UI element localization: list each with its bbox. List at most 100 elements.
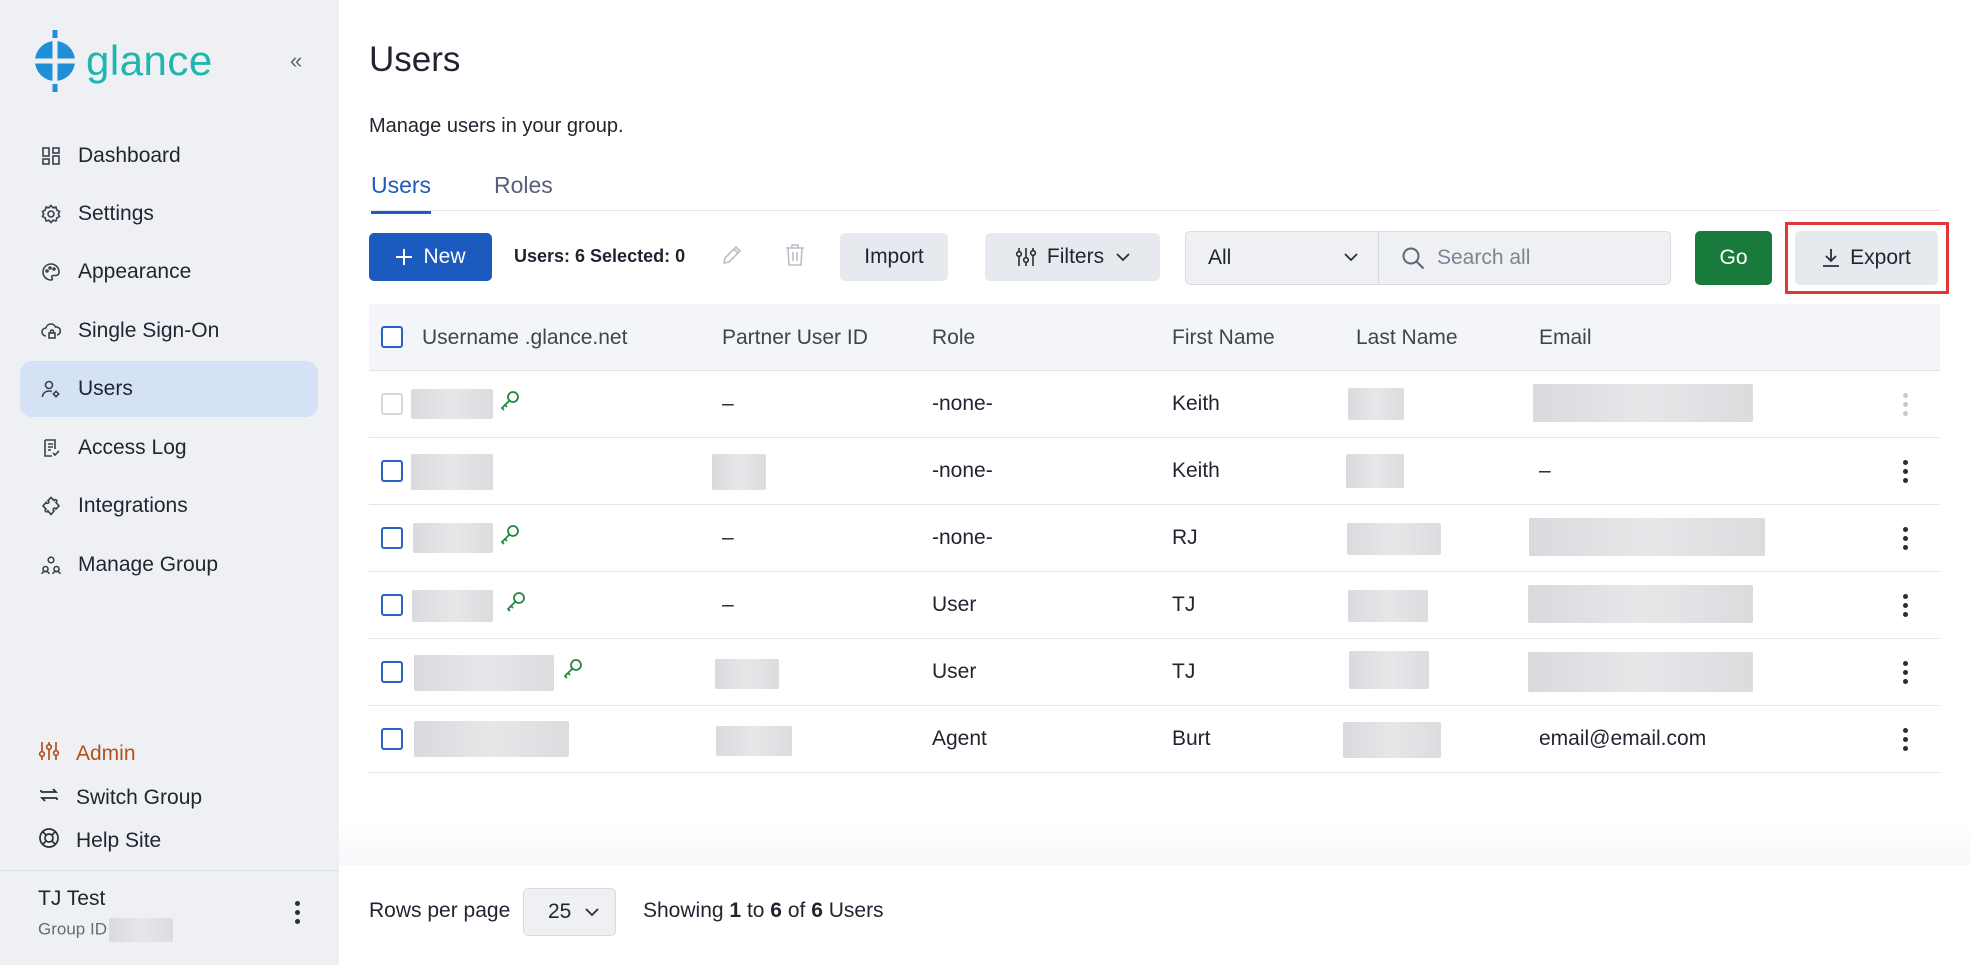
- sidebar-item-label: Appearance: [78, 260, 192, 283]
- redacted-username: [411, 389, 493, 419]
- sidebar-item-label: Integrations: [78, 494, 188, 517]
- row-checkbox[interactable]: [381, 594, 403, 616]
- gear-icon: [40, 203, 62, 225]
- row-actions-button[interactable]: [1898, 391, 1912, 417]
- tab-bar: Users Roles: [369, 166, 1940, 214]
- column-header-last-name[interactable]: Last Name: [1356, 326, 1458, 350]
- sidebar-admin[interactable]: Admin: [38, 740, 136, 767]
- rows-per-page-select[interactable]: 25: [523, 888, 616, 936]
- pagination-of-word: of: [787, 899, 806, 922]
- delete-button[interactable]: [781, 243, 809, 271]
- first-name-cell: Burt: [1172, 727, 1211, 750]
- sidebar-switch-group[interactable]: Switch Group: [38, 784, 202, 811]
- search-scope-select[interactable]: All: [1185, 231, 1379, 285]
- user-profile: TJ Test Group ID: [0, 870, 339, 966]
- row-checkbox[interactable]: [381, 728, 403, 750]
- redacted-partner-user-id: [715, 659, 779, 689]
- switch-group-label: Switch Group: [76, 785, 203, 809]
- switch-arrows-icon: [38, 784, 60, 811]
- user-menu-button[interactable]: [290, 899, 304, 925]
- export-button[interactable]: Export: [1795, 231, 1938, 285]
- tab-roles[interactable]: Roles: [494, 172, 553, 199]
- role-cell: User: [932, 593, 977, 616]
- double-chevron-left-icon: «: [290, 48, 303, 73]
- user-gear-icon: [40, 378, 62, 400]
- column-header-username[interactable]: Username .glance.net: [422, 326, 627, 350]
- row-actions-button[interactable]: [1898, 659, 1912, 685]
- row-checkbox[interactable]: [381, 661, 403, 683]
- tab-users[interactable]: Users: [371, 172, 432, 214]
- edit-button[interactable]: [718, 243, 746, 271]
- new-user-button[interactable]: New: [369, 233, 492, 281]
- redacted-email: [1533, 384, 1753, 422]
- filter-sliders-icon: [1015, 246, 1037, 268]
- row-checkbox[interactable]: [381, 393, 403, 415]
- table-row[interactable]: – User TJ: [369, 572, 1940, 639]
- row-checkbox[interactable]: [381, 527, 403, 549]
- role-cell: -none-: [932, 392, 993, 415]
- sidebar-item-integrations[interactable]: Integrations: [20, 478, 318, 534]
- filters-button[interactable]: Filters: [985, 233, 1160, 281]
- sidebar-help-site[interactable]: Help Site: [38, 827, 161, 854]
- row-actions-button[interactable]: [1898, 525, 1912, 551]
- pagination-to: 6: [770, 899, 782, 922]
- table-row[interactable]: -none- Keith –: [369, 438, 1940, 505]
- group-icon: [40, 554, 62, 576]
- table-row[interactable]: – -none- RJ: [369, 505, 1940, 572]
- select-all-checkbox[interactable]: [381, 326, 403, 348]
- redacted-group-id: [108, 918, 173, 942]
- row-actions-button[interactable]: [1898, 592, 1912, 618]
- table-row[interactable]: – -none- Keith: [369, 371, 1940, 438]
- plus-icon: [395, 248, 413, 266]
- go-button[interactable]: Go: [1695, 231, 1772, 285]
- sidebar-item-single-sign-on[interactable]: Single Sign-On: [20, 303, 318, 359]
- search-input[interactable]: [1435, 245, 1659, 271]
- redacted-partner-user-id: [716, 726, 792, 756]
- sidebar-item-dashboard[interactable]: Dashboard: [20, 128, 318, 184]
- redacted-last-name: [1349, 651, 1429, 689]
- chevron-down-icon: [1344, 249, 1358, 267]
- table-row[interactable]: Agent Burt email@email.com: [369, 706, 1940, 773]
- row-checkbox[interactable]: [381, 460, 403, 482]
- sidebar-item-settings[interactable]: Settings: [20, 186, 318, 242]
- column-header-email[interactable]: Email: [1539, 326, 1592, 350]
- table-row[interactable]: User TJ: [369, 639, 1940, 706]
- admin-label: Admin: [76, 741, 136, 765]
- redacted-last-name: [1348, 590, 1428, 622]
- sliders-icon: [38, 740, 60, 767]
- search-box: [1378, 231, 1671, 285]
- page-subtitle: Manage users in your group.: [369, 115, 624, 137]
- collapse-sidebar-button[interactable]: «: [290, 48, 302, 74]
- glance-logo-text: glance: [86, 37, 213, 84]
- pencil-icon: [721, 244, 743, 271]
- filters-button-label: Filters: [1046, 245, 1105, 268]
- rows-per-page-value: 25: [548, 900, 572, 923]
- sidebar-item-label: Single Sign-On: [78, 319, 220, 342]
- first-name-cell: Keith: [1172, 459, 1220, 482]
- log-icon: [40, 437, 62, 459]
- column-header-first-name[interactable]: First Name: [1172, 326, 1275, 350]
- redacted-username: [414, 655, 554, 691]
- sidebar-item-appearance[interactable]: Appearance: [20, 244, 318, 300]
- row-actions-button[interactable]: [1898, 458, 1912, 484]
- pagination-from: 1: [729, 899, 742, 922]
- sidebar-item-manage-group[interactable]: Manage Group: [20, 537, 318, 593]
- role-cell: -none-: [932, 526, 993, 549]
- key-icon: [506, 592, 525, 612]
- column-header-partner-user-id[interactable]: Partner User ID: [722, 326, 868, 350]
- sidebar-item-label: Manage Group: [78, 553, 219, 576]
- redacted-last-name: [1343, 722, 1441, 758]
- user-selection-count: Users: 6 Selected: 0: [514, 246, 686, 266]
- pagination-summary: Showing 1 to 6 of 6 Users: [643, 899, 884, 923]
- sidebar-item-users[interactable]: Users: [20, 361, 318, 417]
- import-button[interactable]: Import: [840, 233, 948, 281]
- key-icon: [500, 525, 519, 545]
- export-button-label: Export: [1850, 246, 1911, 269]
- sidebar-item-access-log[interactable]: Access Log: [20, 420, 318, 476]
- glance-logo[interactable]: glance: [34, 30, 213, 92]
- key-icon: [500, 391, 519, 411]
- row-actions-button[interactable]: [1898, 726, 1912, 752]
- redacted-email: [1528, 652, 1753, 692]
- pagination-total: 6: [811, 899, 823, 922]
- column-header-role[interactable]: Role: [932, 326, 975, 350]
